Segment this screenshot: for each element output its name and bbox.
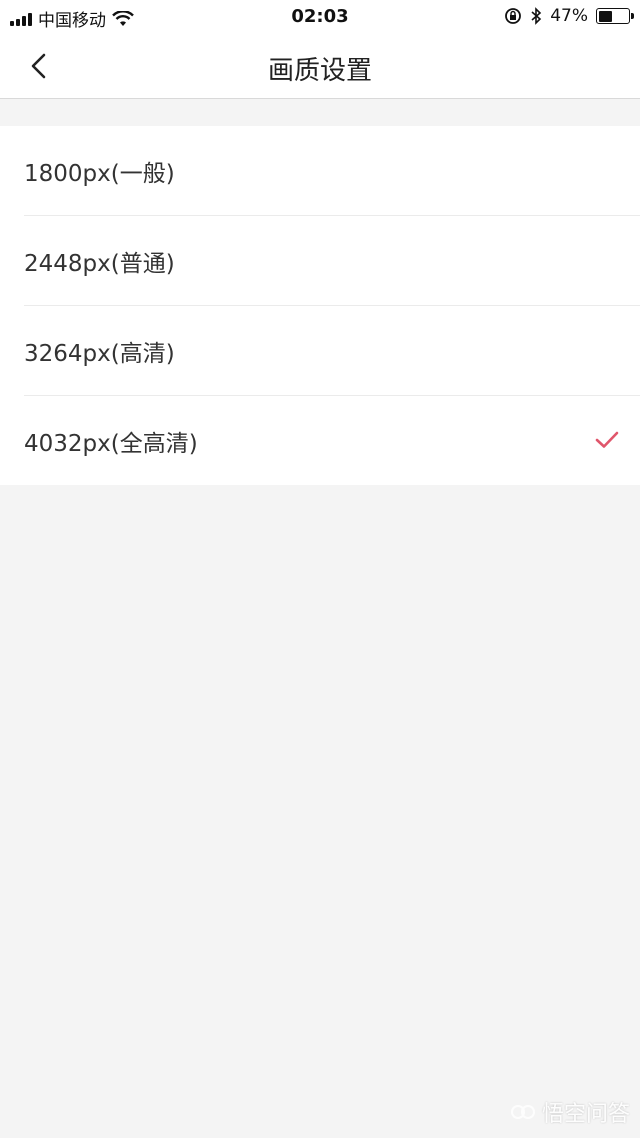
battery-percent: 47% (550, 6, 588, 26)
quality-option-4032[interactable]: 4032px(全高清) (24, 396, 640, 485)
status-right: 47% (504, 6, 634, 26)
battery-level (598, 10, 612, 22)
option-label: 4032px(全高清) (24, 430, 198, 457)
wukong-logo-icon (510, 1105, 535, 1119)
bluetooth-icon (531, 7, 542, 25)
orientation-lock-icon (505, 8, 522, 24)
quality-option-2448[interactable]: 2448px(普通) (24, 216, 640, 306)
quality-option-1800[interactable]: 1800px(一般) (24, 126, 640, 216)
option-label: 2448px(普通) (24, 250, 175, 277)
nav-bar: 画质设置 (0, 34, 640, 99)
page-title: 画质设置 (267, 56, 372, 86)
watermark-text: 悟空问答 (541, 1102, 630, 1127)
option-label: 1800px(一般) (24, 160, 175, 187)
status-bar: 中国移动 02:03 47% (0, 0, 640, 34)
quality-option-3264[interactable]: 3264px(高清) (24, 306, 640, 396)
battery-icon (596, 8, 634, 24)
option-label: 3264px(高清) (24, 340, 175, 367)
checkmark-icon (595, 431, 619, 448)
watermark: 悟空问答 (510, 1096, 630, 1128)
quality-option-list: 1800px(一般) 2448px(普通) 3264px(高清) 4032px(… (0, 126, 640, 485)
